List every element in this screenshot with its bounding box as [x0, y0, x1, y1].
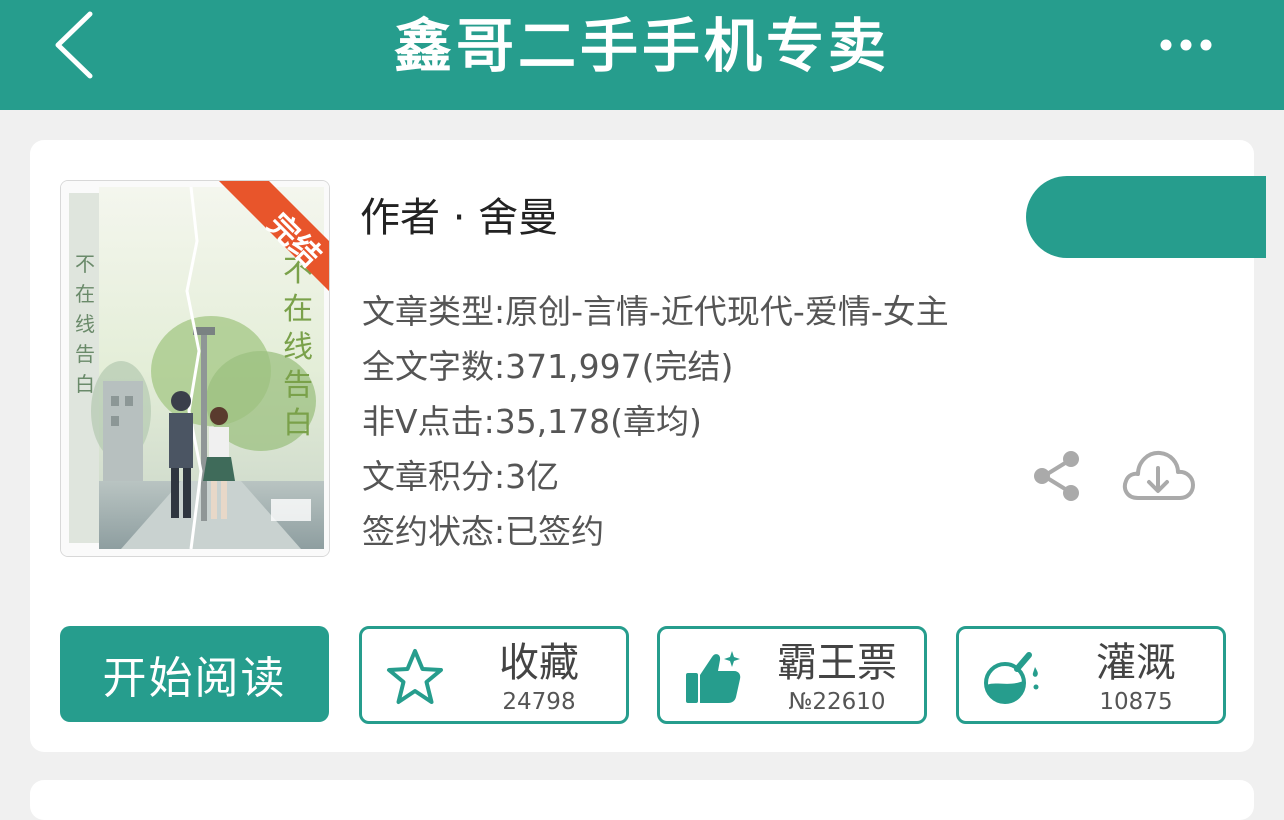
cover-spine-text: 不: [75, 252, 95, 276]
nutrient-count: 10875: [1099, 689, 1173, 715]
share-button[interactable]: [1032, 450, 1082, 502]
info-word-count: 全文字数:371,997(完结): [362, 347, 734, 386]
collect-button[interactable]: 收藏 24798: [359, 626, 629, 724]
nutrient-button[interactable]: 灌溉 10875: [956, 626, 1226, 724]
cover-illustration: 不 在 线 告 白 不 在 线 告 白 完结: [61, 181, 329, 556]
start-reading-button[interactable]: 开始阅读: [60, 626, 329, 722]
svg-text:白: 白: [283, 406, 313, 441]
svg-text:在: 在: [283, 292, 313, 327]
info-sign-status: 签约状态:已签约: [362, 512, 605, 551]
svg-text:线: 线: [75, 312, 95, 336]
more-icon: [1160, 39, 1212, 51]
svg-text:白: 白: [75, 372, 95, 396]
download-cloud-icon: [1122, 450, 1195, 500]
book-cover[interactable]: 不 在 线 告 白 不 在 线 告 白 完结: [60, 180, 330, 557]
thumbs-up-icon: [686, 651, 741, 703]
vote-button[interactable]: 霸王票 №22610: [657, 626, 927, 724]
svg-text:告: 告: [75, 342, 95, 366]
collect-count: 24798: [502, 689, 576, 715]
nutrient-label: 灌溉: [1096, 640, 1176, 686]
author-name: 作者 · 舍曼: [360, 195, 559, 241]
svg-text:在: 在: [75, 282, 95, 306]
svg-text:线: 线: [283, 330, 313, 365]
vote-label: 霸王票: [777, 640, 897, 686]
info-score: 文章积分:3亿: [362, 457, 560, 496]
download-button[interactable]: [1120, 446, 1196, 504]
tag-pill-button[interactable]: [1026, 176, 1266, 258]
more-button[interactable]: [1156, 30, 1216, 60]
info-article-type: 文章类型:原创-言情-近代现代-爱情-女主: [362, 292, 949, 331]
share-icon: [1034, 451, 1079, 501]
info-clicks: 非V点击:35,178(章均): [362, 402, 702, 441]
star-icon: [387, 649, 443, 704]
page-title: 鑫哥二手手机专卖: [393, 12, 890, 80]
flask-icon: [984, 652, 1039, 704]
svg-text:告: 告: [283, 368, 313, 403]
top-bar: 鑫哥二手手机专卖: [0, 0, 1284, 110]
next-section-card: [30, 780, 1254, 820]
collect-label: 收藏: [499, 640, 579, 686]
vote-count: №22610: [788, 689, 886, 715]
